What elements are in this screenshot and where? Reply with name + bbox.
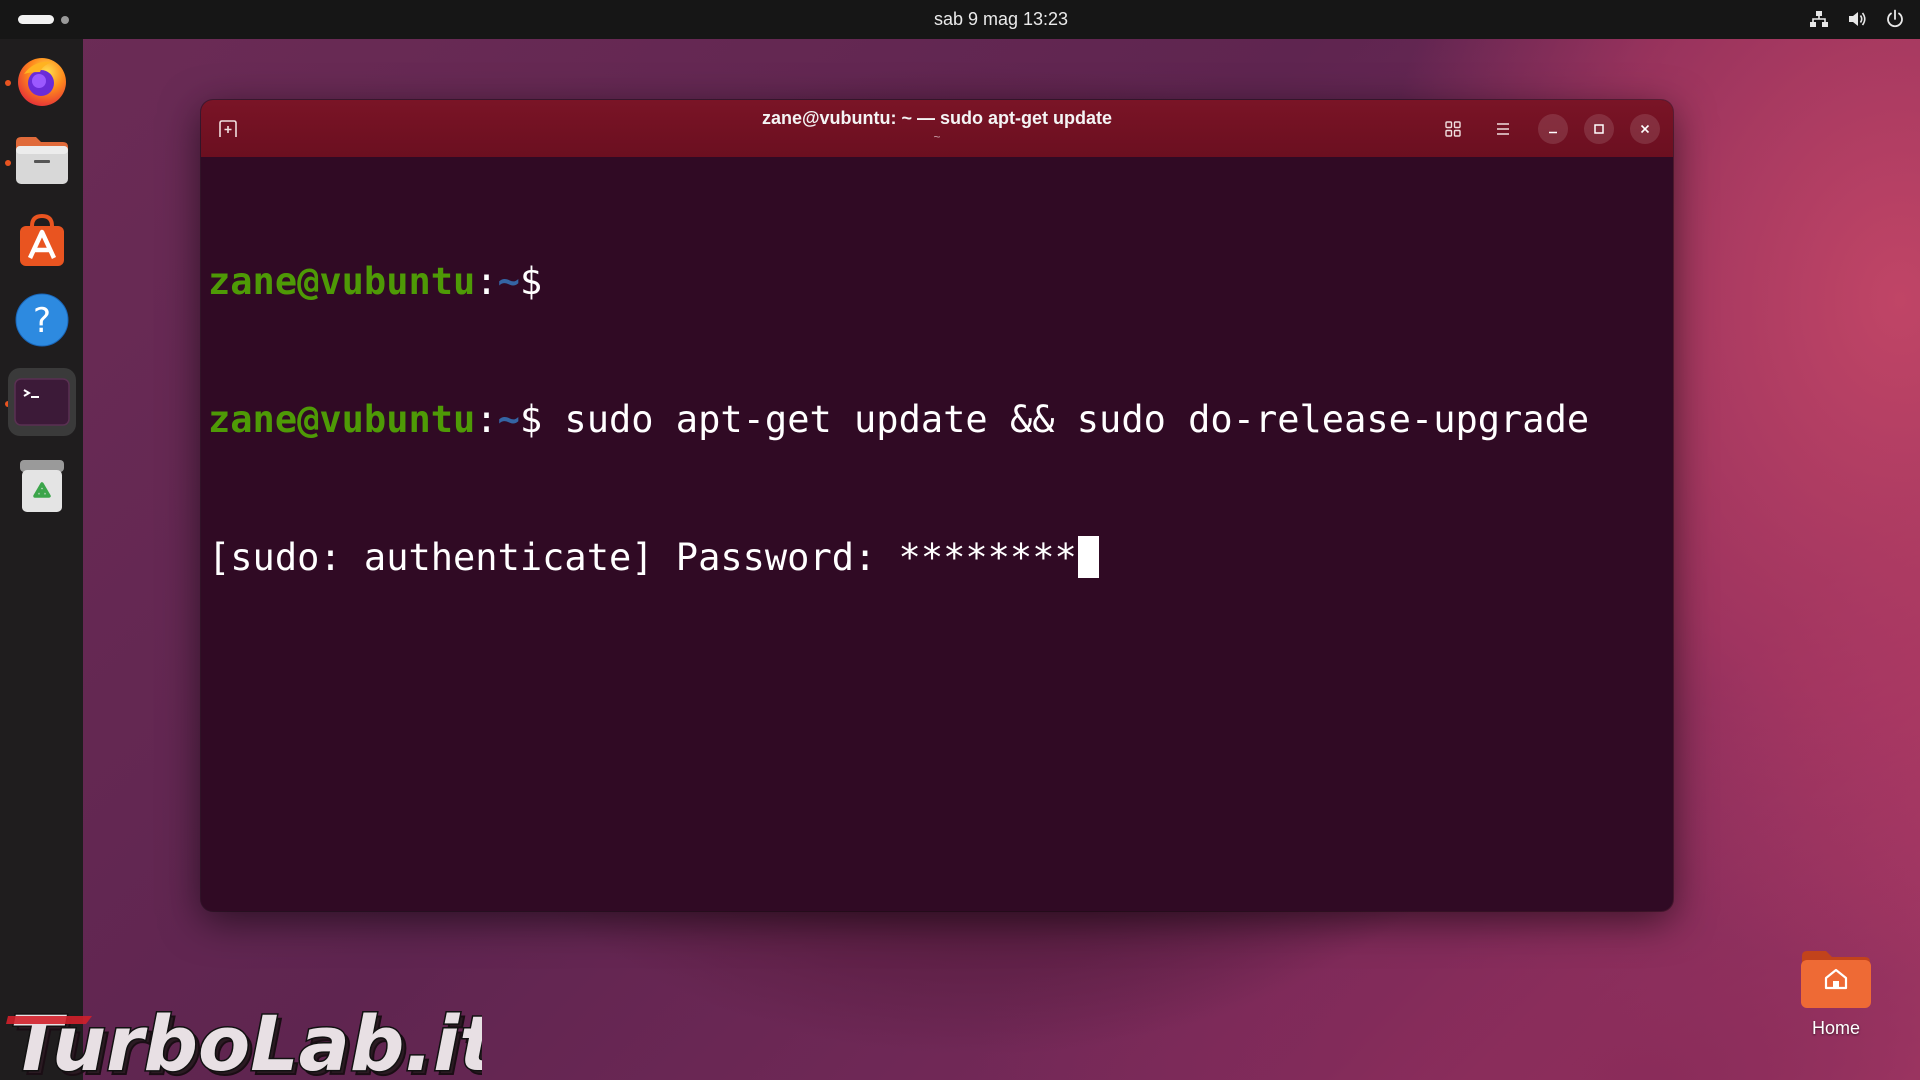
svg-text:?: ?	[33, 301, 51, 341]
power-icon[interactable]	[1884, 8, 1906, 30]
close-icon	[1640, 124, 1650, 134]
prompt-user: zane@vubuntu	[208, 398, 476, 441]
prompt-symbol: $	[519, 260, 543, 303]
grid-icon	[1445, 121, 1461, 137]
watermark-text: TurboLab.it	[10, 999, 482, 1080]
terminal-line: [sudo: authenticate] Password: ********	[208, 535, 1663, 581]
desktop-home-folder[interactable]: Home	[1788, 948, 1884, 1048]
workspace-indicator	[61, 15, 69, 24]
dock-item-help[interactable]: ?	[8, 286, 76, 354]
dock-item-trash[interactable]	[8, 451, 76, 519]
dock: ?	[0, 39, 83, 1080]
hamburger-menu-icon	[1497, 123, 1509, 135]
terminal-line: zane@vubuntu:~$ sudo apt-get update && s…	[208, 397, 1663, 443]
help-icon: ?	[15, 293, 69, 347]
dock-item-app-center[interactable]	[8, 206, 76, 274]
files-icon	[16, 137, 68, 184]
clock: sab 9 mag 13:23	[0, 9, 1920, 30]
volume-icon[interactable]	[1846, 8, 1868, 30]
turbolab-watermark: TurboLab.it TurboLab.it	[6, 998, 482, 1080]
minimize-icon	[1549, 131, 1557, 134]
system-tray[interactable]	[1808, 8, 1906, 30]
terminal-headerbar[interactable]: zane@vubuntu: ~ — sudo apt-get update ~	[201, 100, 1673, 157]
watermark-accent	[6, 1016, 92, 1024]
prompt-user: zane@vubuntu	[208, 260, 476, 303]
network-icon[interactable]	[1808, 8, 1830, 30]
password-prompt: [sudo: authenticate] Password: ********	[208, 536, 1077, 579]
close-button[interactable]	[1630, 114, 1660, 144]
prompt-symbol: $	[519, 398, 543, 441]
maximize-button[interactable]	[1584, 114, 1614, 144]
firefox-icon	[18, 58, 66, 106]
tab-overview-button[interactable]	[1438, 114, 1468, 144]
desktop-home-label: Home	[1811, 1018, 1860, 1038]
trash-icon	[20, 460, 64, 512]
prompt-path: ~	[497, 260, 520, 303]
terminal-icon	[14, 378, 70, 426]
dock-item-firefox[interactable]	[8, 46, 76, 114]
terminal-output[interactable]: zane@vubuntu:~$ zane@vubuntu:~$ sudo apt…	[208, 167, 1663, 911]
minimize-button[interactable]	[1538, 114, 1568, 144]
maximize-icon	[1594, 124, 1604, 134]
terminal-cursor	[1077, 536, 1099, 578]
prompt-separator: :	[475, 260, 498, 303]
workspace-active-indicator	[18, 15, 54, 24]
menu-button[interactable]	[1488, 114, 1518, 144]
dock-item-files[interactable]	[8, 126, 76, 194]
activities-indicator[interactable]	[18, 15, 69, 24]
dock-item-terminal[interactable]	[8, 368, 76, 436]
clock-label[interactable]: sab 9 mag 13:23	[934, 9, 1068, 29]
command-text: sudo apt-get update && sudo do-release-u…	[542, 398, 1590, 441]
top-bar: sab 9 mag 13:23	[0, 0, 1920, 39]
prompt-path: ~	[497, 398, 520, 441]
terminal-line: zane@vubuntu:~$	[208, 259, 1663, 305]
app-center-icon	[20, 213, 64, 266]
home-folder-icon	[1801, 951, 1871, 1008]
prompt-separator: :	[475, 398, 498, 441]
terminal-window[interactable]: zane@vubuntu: ~ — sudo apt-get update ~	[201, 100, 1673, 911]
